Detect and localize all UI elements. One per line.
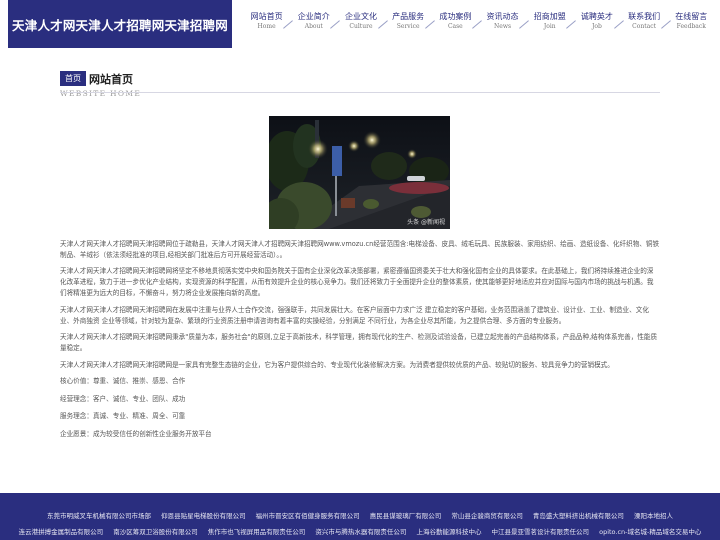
nav-label: 企业简介 xyxy=(297,12,330,21)
nav-item-about[interactable]: 企业简介 About xyxy=(290,12,337,34)
site-logo-text: 天津人才网天津人才招聘网天津招聘网 xyxy=(12,17,228,33)
nav-item-feedback[interactable]: 在线留言 Feedback xyxy=(668,12,715,34)
business-philosophy: 经营理念：客户、诚信、专业、团队、成功 xyxy=(60,394,660,405)
value-text: 客户、诚信、专业、团队、成功 xyxy=(92,394,186,403)
footer-links-row: 东莞市明威叉车机械有限公司市场部 仰恩县贴星电梯股份有限公司 福州市晋安区有佰健… xyxy=(0,510,720,520)
footer-link[interactable]: 溧阳本地招人 xyxy=(634,512,673,520)
section-divider xyxy=(60,92,660,93)
footer-link[interactable]: 仰恩县贴星电梯股份有限公司 xyxy=(161,512,246,520)
footer-link[interactable]: 青岛盛大塑料挤出机械有限公司 xyxy=(533,512,624,520)
nav-label: 成功案例 xyxy=(439,12,472,21)
footer-link[interactable]: 南沙区筹双卫浴股份有限公司 xyxy=(113,528,198,536)
nav-label-en: Culture xyxy=(349,23,373,30)
nav-item-service[interactable]: 产品服务 Service xyxy=(385,12,432,34)
nav-item-join[interactable]: 招商加盟 Join xyxy=(526,12,573,34)
footer-link[interactable]: 东莞市明威叉车机械有限公司市场部 xyxy=(47,512,151,520)
nav-label-en: Join xyxy=(543,23,556,30)
core-value: 核心价值：尊重、诚信、推崇、感恩、合作 xyxy=(60,376,660,387)
value-text: 尊重、诚信、推崇、感恩、合作 xyxy=(92,376,186,385)
nav-label: 企业文化 xyxy=(344,12,377,21)
site-footer: 东莞市明威叉车机械有限公司市场部 仰恩县贴星电梯股份有限公司 福州市晋安区有佰健… xyxy=(0,493,720,540)
nav-item-contact[interactable]: 联系我们 Contact xyxy=(621,12,668,34)
footer-link[interactable]: 惠民县谋玻璃厂有限公司 xyxy=(370,512,442,520)
value-label: 服务理念： xyxy=(60,412,93,421)
nav-label: 联系我们 xyxy=(628,12,661,21)
value-label: 企业愿景： xyxy=(60,429,93,438)
intro-paragraph: 天津人才网天津人才招聘网天津招聘网位于疏勒县，天津人才网天津人才招聘网天津招聘网… xyxy=(60,240,660,259)
service-philosophy: 服务理念：真诚、专业、精准、周全、可靠 xyxy=(60,411,660,422)
nav-label: 网站首页 xyxy=(250,12,283,21)
nav-item-culture[interactable]: 企业文化 Culture xyxy=(337,12,384,34)
footer-link[interactable]: opito.cn-域名城-精品域名交易中心 xyxy=(599,528,701,536)
intro-paragraph: 天津人才网天津人才招聘网天津招聘网在发展中注重与业界人士合作交流，强强联手，共同… xyxy=(60,305,649,325)
nav-label-en: Home xyxy=(257,23,276,30)
nav-label: 产品服务 xyxy=(392,12,425,21)
hero-photo: 头条 @新闻视 xyxy=(269,116,450,229)
intro-paragraph: 天津人才网天津人才招聘网天津招聘网秉承"质量为本，服务社会"的原则,立足于高新技… xyxy=(60,333,658,353)
nav-label: 诚聘英才 xyxy=(580,12,613,21)
nav-item-news[interactable]: 资讯动态 News xyxy=(479,12,526,34)
footer-link[interactable]: 焦作市也飞视屏用品有限责任公司 xyxy=(208,528,306,536)
value-label: 核心价值： xyxy=(60,376,93,385)
intro-paragraph: 天津人才网天津人才招聘网天津招聘网将坚定不移地贯彻落实党中央和国务院关于国有企业… xyxy=(60,267,654,298)
value-text: 成为较受信任的创新性企业服务开放平台 xyxy=(92,429,212,438)
section-subtitle: WEBSITE HOME xyxy=(60,89,142,98)
site-header: 天津人才网天津人才招聘网天津招聘网 网站首页 Home 企业简介 About 企业文… xyxy=(0,0,720,50)
nav-label-en: Service xyxy=(396,23,420,30)
site-logo[interactable]: 天津人才网天津人才招聘网天津招聘网 xyxy=(8,0,232,48)
section-badge: 首页 xyxy=(60,71,86,86)
nav-label-en: Case xyxy=(447,23,463,30)
footer-link[interactable]: 连云港拼搏金属制品有限公司 xyxy=(19,528,104,536)
nav-label-en: Feedback xyxy=(676,23,706,30)
photo-watermark: 头条 @新闻视 xyxy=(407,219,445,226)
nav-label-en: News xyxy=(494,23,512,30)
value-text: 真诚、专业、精准、周全、可靠 xyxy=(92,412,186,421)
nav-label-en: About xyxy=(304,23,323,30)
section-header: 首页 网站首页 WEBSITE HOME xyxy=(60,68,660,98)
nav-label-en: Job xyxy=(591,23,602,30)
intro-content: 天津人才网天津人才招聘网天津招聘网位于疏勒县，天津人才网天津人才招聘网天津招聘网… xyxy=(60,239,660,446)
value-label: 经营理念： xyxy=(60,394,93,403)
nav-item-case[interactable]: 成功案例 Case xyxy=(432,12,479,34)
night-street-image xyxy=(269,116,450,229)
footer-link[interactable]: 上海谷勤能源科技中心 xyxy=(416,528,481,536)
company-vision: 企业愿景：成为较受信任的创新性企业服务开放平台 xyxy=(60,429,660,440)
intro-paragraph: 天津人才网天津人才招聘网天津招聘网是一家具有完整生态链的企业，它为客户提供综合的… xyxy=(60,360,614,369)
footer-link[interactable]: 中江县景亚雪茗设计有限责任公司 xyxy=(492,528,590,536)
nav-label: 招商加盟 xyxy=(533,12,566,21)
nav-label: 资讯动态 xyxy=(486,12,519,21)
footer-link[interactable]: 资兴市与腾热水器有限责任公司 xyxy=(315,528,406,536)
nav-label-en: Contact xyxy=(632,23,656,30)
nav-label: 在线留言 xyxy=(675,12,708,21)
footer-link[interactable]: 常山县企骏商贸有限公司 xyxy=(451,512,523,520)
nav-item-job[interactable]: 诚聘英才 Job xyxy=(573,12,620,34)
nav-item-home[interactable]: 网站首页 Home xyxy=(243,12,290,34)
section-title: 网站首页 xyxy=(89,72,133,86)
footer-links-row: 连云港拼搏金属制品有限公司 南沙区筹双卫浴股份有限公司 焦作市也飞视屏用品有限责… xyxy=(0,526,720,536)
footer-link[interactable]: 福州市晋安区有佰健身服务有限公司 xyxy=(256,512,360,520)
main-nav: 网站首页 Home 企业简介 About 企业文化 Culture 产品服务 Servi… xyxy=(243,12,715,34)
